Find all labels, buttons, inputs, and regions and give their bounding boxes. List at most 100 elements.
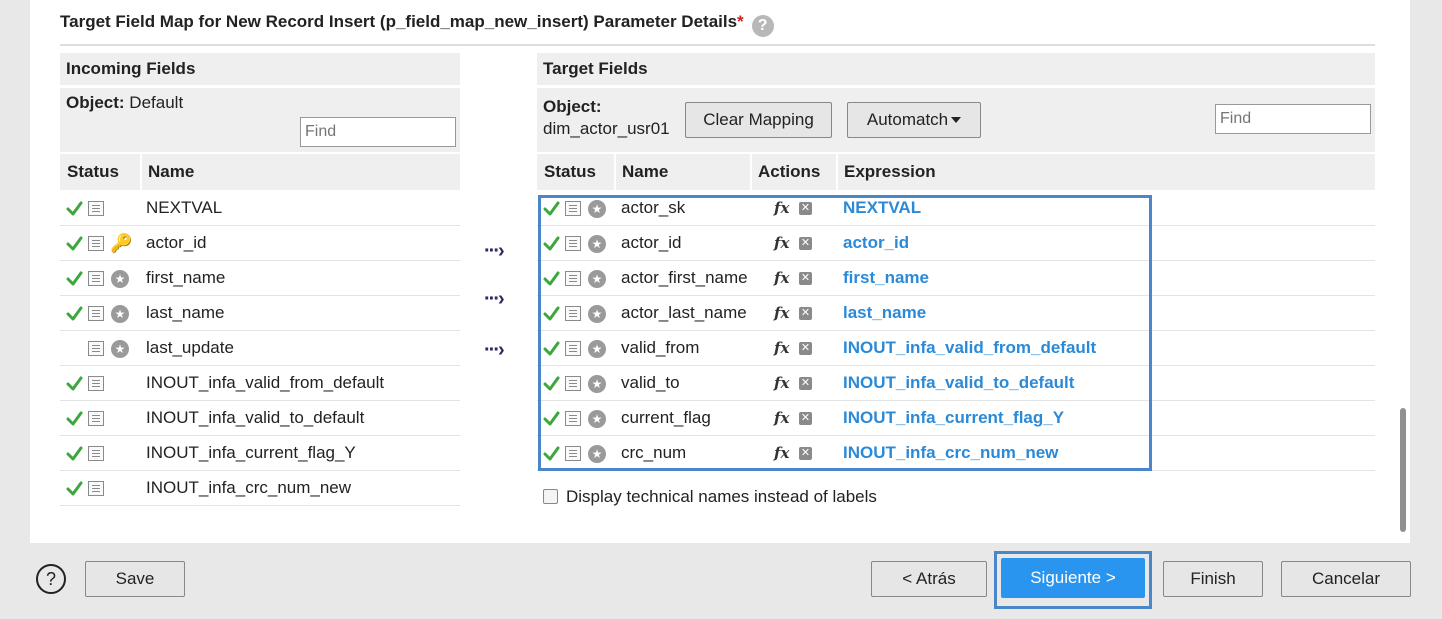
fx-icon[interactable]: fx [774,296,789,330]
display-technical-names-label: Display technical names instead of label… [566,487,877,506]
required-marker: * [737,12,744,31]
incoming-field-name: NEXTVAL [146,198,223,217]
incoming-fields-header: Incoming Fields [60,53,460,85]
automatch-button[interactable]: Automatch [847,102,981,138]
field-details-icon[interactable] [88,306,104,321]
target-field-row[interactable]: ★ current_flag fx ✕ INOUT_infa_current_flag_… [537,401,1375,436]
cancel-button[interactable]: Cancelar [1281,561,1411,597]
field-details-icon[interactable] [88,411,104,426]
field-details-icon[interactable] [88,201,104,216]
clear-expression-icon[interactable]: ✕ [799,412,812,425]
incoming-field-name: first_name [146,268,226,287]
field-details-icon[interactable] [88,236,104,251]
field-details-icon[interactable] [88,271,104,286]
target-field-row[interactable]: ★ actor_sk fx ✕ NEXTVAL [537,191,1375,226]
chevron-down-icon [951,117,962,123]
fx-icon[interactable]: fx [774,226,789,260]
clear-mapping-button[interactable]: Clear Mapping [685,102,832,138]
incoming-field-row[interactable]: 🔑 actor_id [60,226,460,261]
check-icon [66,446,83,461]
field-details-icon[interactable] [565,411,581,426]
incoming-field-row[interactable]: ★ last_name [60,296,460,331]
title-text: Target Field Map for New Record Insert (… [60,12,738,31]
incoming-field-row[interactable]: INOUT_infa_crc_num_new [60,471,460,506]
field-details-icon[interactable] [88,481,104,496]
field-details-icon[interactable] [88,376,104,391]
target-expression-link[interactable]: INOUT_infa_current_flag_Y [843,401,1064,435]
incoming-field-row[interactable]: INOUT_infa_current_flag_Y [60,436,460,471]
field-details-icon[interactable] [565,341,581,356]
title-divider [60,44,1375,46]
target-expression-link[interactable]: INOUT_infa_valid_to_default [843,366,1074,400]
clear-expression-icon[interactable]: ✕ [799,237,812,250]
field-details-icon[interactable] [565,446,581,461]
help-icon[interactable]: ? [36,564,66,594]
clear-expression-icon[interactable]: ✕ [799,447,812,460]
display-technical-names-checkbox[interactable] [543,489,558,504]
target-field-row[interactable]: ★ valid_from fx ✕ INOUT_infa_valid_from_defa… [537,331,1375,366]
target-field-row[interactable]: ★ valid_to fx ✕ INOUT_infa_valid_to_default [537,366,1375,401]
target-field-row[interactable]: ★ actor_last_name fx ✕ last_name [537,296,1375,331]
clear-expression-icon[interactable]: ✕ [799,202,812,215]
fx-icon[interactable]: fx [774,436,789,470]
incoming-field-row[interactable]: INOUT_infa_valid_to_default [60,401,460,436]
check-icon [66,411,83,426]
display-technical-names-option[interactable]: Display technical names instead of label… [543,487,877,507]
fx-icon[interactable]: fx [774,366,789,400]
target-field-row[interactable]: ★ actor_first_name fx ✕ first_name [537,261,1375,296]
target-field-name: valid_from [621,338,700,357]
incoming-find-input[interactable] [300,117,456,147]
incoming-field-name: last_update [146,338,234,357]
check-icon [543,271,560,286]
help-icon[interactable]: ? [751,15,774,37]
star-icon: ★ [588,305,606,323]
target-field-row[interactable]: ★ actor_id fx ✕ actor_id [537,226,1375,261]
incoming-field-row[interactable]: NEXTVAL [60,191,460,226]
fx-icon[interactable]: fx [774,261,789,295]
target-expression-link[interactable]: INOUT_infa_valid_from_default [843,331,1096,365]
incoming-field-row[interactable]: INOUT_infa_valid_from_default [60,366,460,401]
scrollbar-thumb[interactable] [1400,408,1406,532]
finish-button[interactable]: Finish [1163,561,1263,597]
mapping-arrow-icon: ···› [484,240,505,262]
clear-expression-icon[interactable]: ✕ [799,272,812,285]
incoming-field-name: INOUT_infa_valid_from_default [146,373,385,392]
field-details-icon[interactable] [565,306,581,321]
star-icon: ★ [111,305,129,323]
clear-expression-icon[interactable]: ✕ [799,342,812,355]
fx-icon[interactable]: fx [774,401,789,435]
back-button[interactable]: < Atrás [871,561,987,597]
target-col-status[interactable]: Status [544,154,596,190]
target-col-actions[interactable]: Actions [758,154,820,190]
incoming-col-name[interactable]: Name [148,154,194,190]
target-field-row[interactable]: ★ crc_num fx ✕ INOUT_infa_crc_num_new [537,436,1375,471]
check-icon [543,236,560,251]
incoming-field-row[interactable]: ★ last_update [60,331,460,366]
field-details-icon[interactable] [565,271,581,286]
clear-expression-icon[interactable]: ✕ [799,377,812,390]
incoming-field-row[interactable]: ★ first_name [60,261,460,296]
field-details-icon[interactable] [88,341,104,356]
incoming-field-name: INOUT_infa_crc_num_new [146,478,352,497]
field-details-icon[interactable] [565,201,581,216]
field-details-icon[interactable] [88,446,104,461]
field-details-icon[interactable] [565,376,581,391]
clear-expression-icon[interactable]: ✕ [799,307,812,320]
target-expression-link[interactable]: INOUT_infa_crc_num_new [843,436,1058,470]
target-expression-link[interactable]: last_name [843,296,926,330]
target-find-input[interactable] [1215,104,1371,134]
target-col-name[interactable]: Name [622,154,668,190]
target-expression-link[interactable]: actor_id [843,226,909,260]
next-button[interactable]: Siguiente > [1001,558,1145,598]
incoming-col-status[interactable]: Status [67,154,119,190]
fx-icon[interactable]: fx [774,331,789,365]
field-details-icon[interactable] [565,236,581,251]
target-expression-link[interactable]: first_name [843,261,929,295]
target-expression-link[interactable]: NEXTVAL [843,191,921,225]
target-field-name: crc_num [621,443,687,462]
fx-icon[interactable]: fx [774,191,789,225]
check-icon [543,411,560,426]
target-col-expression[interactable]: Expression [844,154,936,190]
star-icon: ★ [588,235,606,253]
save-button[interactable]: Save [85,561,185,597]
